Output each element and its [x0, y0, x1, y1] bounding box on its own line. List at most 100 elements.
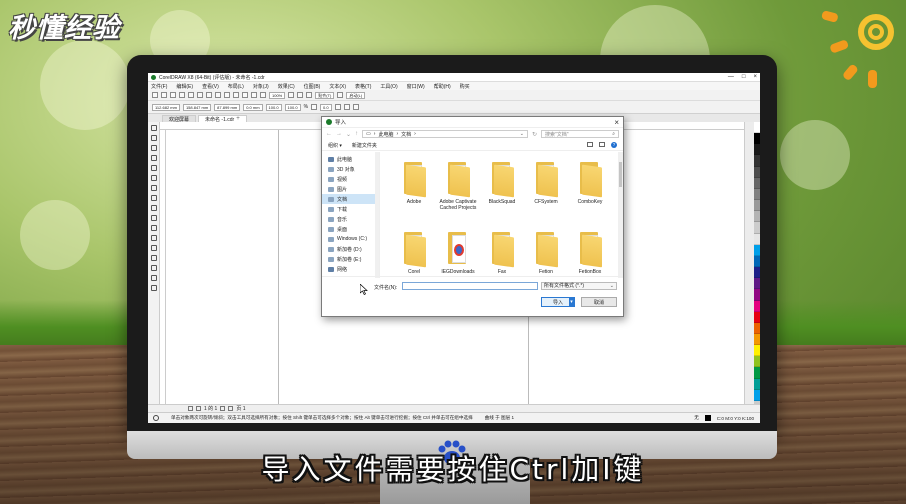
breadcrumb-this-pc[interactable]: 此电脑 [378, 131, 393, 138]
docker-strip[interactable] [744, 122, 754, 412]
menu-help[interactable]: 帮助(H) [434, 83, 451, 90]
folder-blacksquad[interactable]: BlackSquad [480, 160, 524, 230]
lock-ratio-icon[interactable] [311, 104, 318, 110]
scale-x-field[interactable]: 100.0 [265, 103, 282, 111]
nav-drive-c[interactable]: Windows (C:) [322, 234, 379, 244]
color-swatch[interactable] [754, 211, 760, 223]
menu-edit[interactable]: 编辑(E) [176, 83, 193, 90]
launch-select[interactable]: 启动(L) [346, 91, 366, 99]
back-arrow-icon[interactable]: ← [326, 131, 332, 137]
open-icon[interactable] [161, 92, 167, 98]
color-swatch[interactable] [754, 267, 760, 279]
x-position-field[interactable]: 112.682 mm [152, 103, 180, 111]
close-button[interactable]: × [753, 74, 757, 80]
snap-to-select[interactable]: 贴齐(T) [315, 91, 335, 99]
preview-pane-icon[interactable] [599, 142, 605, 147]
polygon-tool-icon[interactable] [150, 205, 157, 211]
artistic-media-tool-icon[interactable] [150, 175, 157, 181]
nav-videos[interactable]: 视频 [322, 174, 379, 184]
color-swatch[interactable] [754, 244, 760, 256]
cancel-button[interactable]: 取消 [581, 297, 617, 307]
copy-icon[interactable] [197, 92, 203, 98]
folder-cfsystem[interactable]: CFSystem [524, 160, 568, 230]
status-gear-icon[interactable] [153, 415, 159, 421]
menu-buy[interactable]: 购买 [460, 83, 470, 90]
color-swatch[interactable] [754, 155, 760, 167]
color-swatch[interactable] [754, 345, 760, 357]
nav-3d-objects[interactable]: 3D 对象 [322, 164, 379, 174]
height-field[interactable]: 0.0 mm [243, 103, 263, 111]
breadcrumb-documents[interactable]: 文档 [401, 131, 411, 138]
folder-adobe[interactable]: Adobe [392, 160, 436, 230]
cut-icon[interactable] [188, 92, 194, 98]
drop-shadow-tool-icon[interactable] [150, 245, 157, 251]
rulers-icon[interactable] [297, 92, 304, 98]
last-page-icon[interactable] [228, 406, 234, 411]
color-palette[interactable] [754, 122, 760, 413]
paste-icon[interactable] [206, 92, 212, 98]
color-swatch[interactable] [754, 367, 760, 379]
export-icon[interactable] [251, 92, 257, 98]
menu-effects[interactable]: 效果(C) [278, 83, 295, 90]
tab-untitled-document[interactable]: 未命名 -1.cdr + [198, 115, 247, 123]
nav-drive-e[interactable]: 新加卷 (E:) [322, 254, 379, 264]
save-icon[interactable] [170, 92, 176, 98]
menu-object[interactable]: 对象(J) [253, 83, 269, 90]
refresh-icon[interactable]: ↻ [532, 131, 537, 138]
parallel-dimension-tool-icon[interactable] [150, 225, 157, 231]
guides-icon[interactable] [306, 92, 313, 98]
nav-documents[interactable]: 文档 [322, 194, 379, 204]
path-breadcrumb[interactable]: ▭ › 此电脑 › 文档 › ⌄ [362, 130, 528, 138]
first-page-icon[interactable] [188, 406, 193, 411]
color-swatch[interactable] [754, 389, 760, 401]
up-arrow-icon[interactable]: ↑ [355, 131, 358, 137]
freehand-tool-icon[interactable] [150, 165, 157, 171]
search-input[interactable]: 搜索"文档" ⌕ [541, 130, 619, 138]
color-swatch[interactable] [754, 166, 760, 178]
menu-text[interactable]: 文本(X) [329, 83, 346, 90]
mirror-horizontal-icon[interactable] [334, 104, 341, 110]
folder-adobe-captivate[interactable]: Adobe Captivate Cached Projects [436, 160, 480, 230]
menu-window[interactable]: 窗口(W) [407, 83, 425, 90]
mirror-vertical-icon[interactable] [343, 104, 350, 110]
color-swatch[interactable] [754, 278, 760, 290]
color-swatch[interactable] [754, 122, 760, 134]
menu-bitmaps[interactable]: 位图(B) [304, 83, 321, 90]
print-icon[interactable] [179, 92, 185, 98]
color-swatch[interactable] [754, 333, 760, 346]
forward-arrow-icon[interactable]: → [336, 131, 342, 137]
menu-layout[interactable]: 布局(L) [228, 83, 244, 90]
path-dropdown-icon[interactable]: ⌄ [520, 131, 524, 137]
outline-color-swatch[interactable] [704, 415, 711, 421]
width-field[interactable]: 87.899 mm [214, 103, 241, 111]
color-swatch[interactable] [754, 322, 760, 334]
shape-tool-icon[interactable] [150, 135, 157, 141]
nav-pictures[interactable]: 图片 [322, 184, 379, 194]
dialog-close-icon[interactable]: × [614, 118, 619, 127]
undo-icon[interactable] [215, 92, 221, 98]
nav-downloads[interactable]: 下载 [322, 204, 379, 214]
ellipse-tool-icon[interactable] [150, 195, 157, 201]
redo-icon[interactable] [224, 92, 230, 98]
color-swatch[interactable] [754, 222, 760, 234]
interactive-fill-tool-icon[interactable] [150, 275, 157, 281]
eyedropper-tool-icon[interactable] [150, 265, 157, 271]
color-swatch[interactable] [754, 133, 760, 145]
nav-music[interactable]: 音乐 [322, 214, 379, 224]
recent-dropdown-icon[interactable]: ⌄ [346, 131, 351, 138]
rotation-angle-field[interactable]: 0.0 [320, 103, 332, 111]
view-options-icon[interactable] [587, 142, 593, 147]
color-swatch[interactable] [754, 233, 760, 245]
text-tool-icon[interactable] [150, 215, 157, 221]
options-gear-icon[interactable] [337, 92, 344, 98]
color-swatch[interactable] [754, 300, 760, 312]
outline-width-icon[interactable] [352, 104, 359, 110]
import-icon[interactable] [242, 92, 248, 98]
organize-button[interactable]: 组织 ▾ [328, 142, 342, 149]
crop-tool-icon[interactable] [150, 145, 157, 151]
color-swatch[interactable] [754, 289, 760, 301]
import-options-dropdown[interactable]: ▾ [569, 298, 574, 306]
publish-pdf-icon[interactable] [260, 92, 266, 98]
file-list-scrollbar[interactable] [618, 152, 623, 278]
folder-combokey[interactable]: ComboKey [568, 160, 612, 230]
